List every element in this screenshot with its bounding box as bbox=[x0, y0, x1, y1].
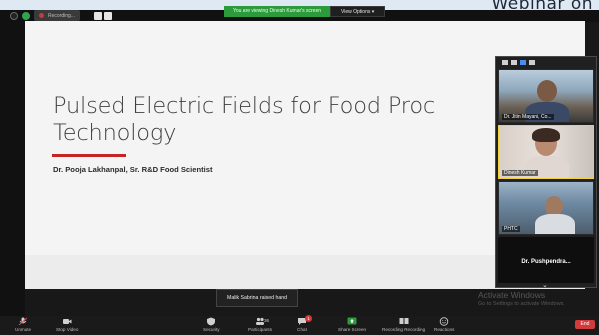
participant-tile[interactable]: Dinesh Kumar bbox=[498, 125, 594, 179]
recording-controls bbox=[93, 11, 112, 20]
left-edge-strip bbox=[0, 22, 25, 322]
strip-view-icon[interactable] bbox=[520, 59, 526, 65]
activate-windows-title: Activate Windows bbox=[478, 290, 546, 300]
recording-button[interactable]: Recording Recording bbox=[382, 317, 425, 332]
recording-icon bbox=[399, 318, 409, 324]
share-screen-icon bbox=[347, 317, 357, 325]
activate-windows-subtitle: Go to Settings to activate Windows. bbox=[478, 301, 565, 307]
recording-label: Recording... bbox=[48, 12, 75, 19]
share-screen-button[interactable]: Share Screen bbox=[338, 317, 366, 332]
raised-hand-notification: Malik Sabrina raised hand bbox=[216, 289, 298, 307]
zoom-meeting-window: Webinar on Recording... You are viewing … bbox=[0, 0, 599, 335]
recording-dot-icon bbox=[39, 13, 44, 18]
participant-tile[interactable]: Dr. Jitin Mayani, Co... bbox=[498, 69, 594, 123]
smile-icon bbox=[439, 317, 449, 326]
unmute-label: Unmute bbox=[15, 327, 32, 332]
recording-label: Recording Recording bbox=[382, 327, 426, 332]
active-speaker-tile[interactable]: Dr. Pushpendra... bbox=[498, 237, 594, 283]
viewing-banner-text: You are viewing Dinesh Kumar's screen bbox=[224, 6, 330, 17]
participant-hair bbox=[532, 128, 560, 142]
chevron-down-icon[interactable]: ⌄ bbox=[542, 281, 548, 289]
participant-name: PHTC bbox=[502, 226, 520, 232]
video-camera-icon bbox=[63, 319, 72, 324]
microphone-icon bbox=[18, 317, 28, 326]
speaker-view-icon[interactable] bbox=[511, 59, 517, 65]
viewing-screen-banner: You are viewing Dinesh Kumar's screen Vi… bbox=[224, 6, 386, 17]
stop-video-label: Stop Video bbox=[56, 327, 79, 332]
recording-indicator: Recording... bbox=[34, 10, 80, 21]
active-speaker-name: Dr. Pushpendra... bbox=[521, 259, 571, 265]
slide-author: Dr. Pooja Lakhanpal, Sr. R&D Food Scient… bbox=[53, 165, 213, 174]
view-options-button[interactable]: View Options ▾ bbox=[330, 6, 386, 17]
chat-label: Chat bbox=[297, 327, 307, 332]
participants-count: 36 bbox=[264, 318, 270, 323]
meeting-status-group: Recording... bbox=[10, 10, 112, 21]
participants-label: Participants bbox=[248, 327, 273, 332]
minimize-gallery-icon[interactable] bbox=[502, 59, 508, 65]
participant-body bbox=[535, 214, 575, 234]
stop-video-button[interactable]: Stop Video bbox=[56, 317, 78, 332]
slide-title-underline bbox=[52, 154, 126, 157]
participant-avatar bbox=[545, 196, 563, 216]
meeting-toolbar: Unmute Stop Video Security Participants … bbox=[0, 315, 599, 335]
security-button[interactable]: Security bbox=[203, 317, 220, 332]
shield-icon bbox=[207, 317, 216, 326]
end-meeting-button[interactable]: End bbox=[575, 320, 595, 329]
gallery-view-switcher bbox=[496, 57, 596, 67]
unmute-button[interactable]: Unmute bbox=[15, 317, 31, 332]
reactions-button[interactable]: Reactions bbox=[434, 317, 454, 332]
chat-badge: 1 bbox=[305, 315, 312, 322]
participant-name: Dinesh Kumar bbox=[502, 170, 538, 176]
security-label: Security bbox=[203, 327, 220, 332]
participant-name: Dr. Jitin Mayani, Co... bbox=[502, 114, 554, 120]
share-screen-label: Share Screen bbox=[338, 327, 367, 332]
stop-recording-icon[interactable] bbox=[103, 11, 112, 20]
reactions-label: Reactions bbox=[434, 327, 455, 332]
participant-avatar bbox=[537, 80, 557, 102]
participant-tile[interactable]: PHTC bbox=[498, 181, 594, 235]
info-icon[interactable] bbox=[10, 11, 18, 20]
encryption-shield-icon[interactable] bbox=[22, 11, 30, 20]
grid-view-icon[interactable] bbox=[529, 59, 535, 65]
pause-recording-icon[interactable] bbox=[93, 11, 102, 20]
slide-title: Pulsed Electric Fields for Food Proc Tec… bbox=[53, 93, 436, 146]
participant-gallery: Dr. Jitin Mayani, Co... Dinesh Kumar PHT… bbox=[495, 56, 597, 289]
